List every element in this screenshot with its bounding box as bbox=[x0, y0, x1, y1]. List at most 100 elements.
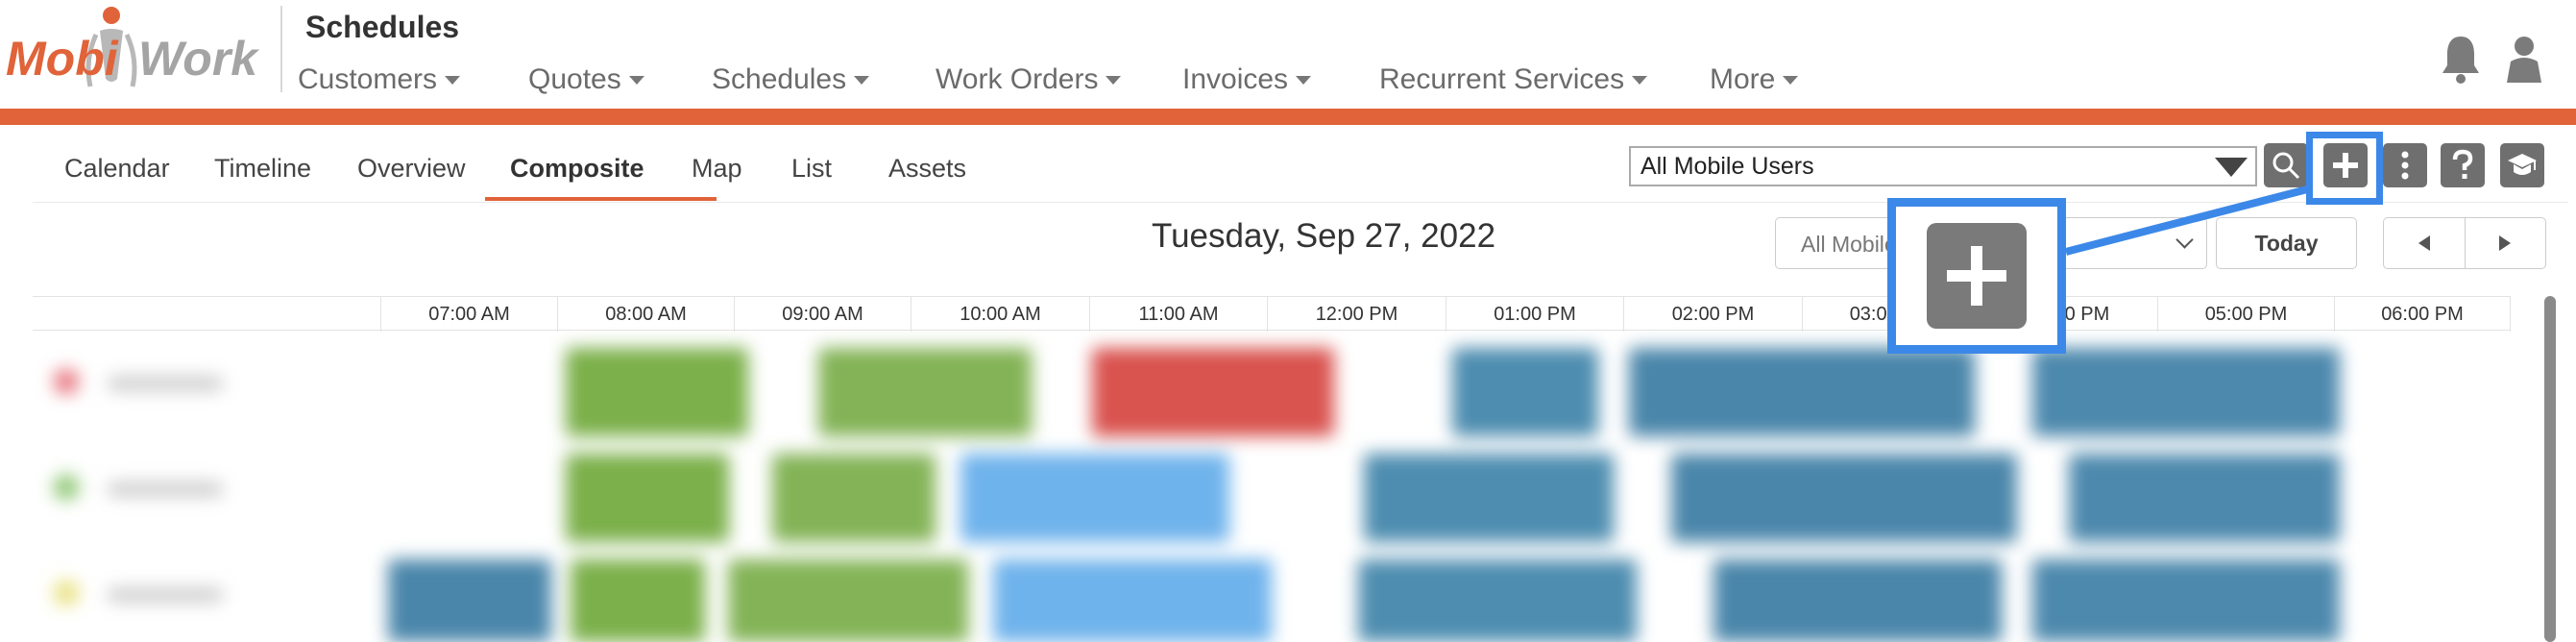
timeline-body bbox=[33, 333, 2511, 642]
previous-day-button[interactable] bbox=[2384, 218, 2465, 268]
nav-label: Work Orders bbox=[936, 63, 1099, 95]
schedule-block[interactable] bbox=[2032, 559, 2340, 642]
hour-label: 11:00 AM bbox=[1089, 297, 1267, 332]
app-header: Mobi Work Schedules Customers Quotes Sch… bbox=[0, 0, 2576, 109]
add-button-highlight bbox=[2306, 132, 2383, 205]
logo-text-left: Mobi bbox=[6, 32, 119, 86]
triangle-right-icon bbox=[2499, 235, 2512, 251]
hour-label: 12:00 PM bbox=[1267, 297, 1446, 332]
nav-schedules[interactable]: Schedules bbox=[712, 60, 936, 100]
user-marker bbox=[54, 369, 79, 394]
tabs-divider bbox=[33, 202, 2568, 203]
schedule-block[interactable] bbox=[2069, 454, 2340, 542]
help-icon bbox=[2452, 149, 2473, 179]
next-day-button[interactable] bbox=[2464, 218, 2546, 268]
date-nav-group bbox=[2383, 217, 2546, 269]
hour-label: 07:00 AM bbox=[380, 297, 557, 332]
caret-down-icon bbox=[2215, 158, 2248, 177]
caret-down-icon bbox=[445, 75, 461, 85]
nav-more[interactable]: More bbox=[1710, 60, 1815, 100]
nav-label: Schedules bbox=[712, 63, 847, 95]
schedule-block[interactable] bbox=[818, 348, 1032, 436]
page-title: Schedules bbox=[305, 10, 460, 44]
schedule-block[interactable] bbox=[1364, 454, 1614, 542]
search-button[interactable] bbox=[2264, 143, 2308, 187]
tab-list[interactable]: List bbox=[791, 144, 888, 200]
mobile-user-select[interactable]: All Mobile Users bbox=[1629, 146, 2257, 186]
training-button[interactable] bbox=[2500, 143, 2544, 187]
mobile-filter-select-value: All Mobile bbox=[1801, 232, 1897, 257]
tab-assets[interactable]: Assets bbox=[888, 144, 975, 200]
schedule-block[interactable] bbox=[2032, 348, 2340, 436]
hour-label: 10:00 AM bbox=[911, 297, 1089, 332]
caret-down-icon bbox=[1632, 75, 1648, 85]
hour-label: 01:00 PM bbox=[1446, 297, 1623, 332]
help-button[interactable] bbox=[2441, 143, 2485, 187]
caret-down-icon bbox=[1106, 75, 1122, 85]
mobiwork-logo[interactable]: Mobi Work bbox=[4, 2, 261, 92]
view-tabs: Calendar Timeline Overview Composite Map… bbox=[64, 144, 975, 201]
nav-label: Customers bbox=[298, 63, 438, 95]
schedule-block[interactable] bbox=[566, 454, 729, 542]
today-button[interactable]: Today bbox=[2216, 217, 2357, 269]
search-icon bbox=[2272, 152, 2300, 180]
nav-label: Recurrent Services bbox=[1379, 63, 1625, 95]
user-marker bbox=[54, 475, 79, 500]
schedule-block[interactable] bbox=[772, 454, 936, 542]
timeline-scrollbar[interactable] bbox=[2544, 296, 2556, 642]
nav-customers[interactable]: Customers bbox=[298, 60, 528, 100]
add-button-zoom-callout bbox=[1887, 198, 2066, 354]
schedule-block[interactable] bbox=[571, 559, 705, 642]
mobile-user-select-value: All Mobile Users bbox=[1640, 153, 1814, 180]
schedule-date-title: Tuesday, Sep 27, 2022 bbox=[1152, 217, 1496, 255]
tab-calendar[interactable]: Calendar bbox=[64, 144, 214, 200]
schedule-block[interactable] bbox=[1713, 559, 2002, 642]
add-button-zoomed bbox=[1927, 223, 2027, 329]
schedule-block[interactable] bbox=[993, 559, 1272, 642]
nav-invoices[interactable]: Invoices bbox=[1182, 60, 1379, 100]
nav-quotes[interactable]: Quotes bbox=[528, 60, 712, 100]
schedule-block[interactable] bbox=[960, 454, 1229, 542]
caret-down-icon bbox=[1296, 75, 1312, 85]
caret-down-icon bbox=[1783, 75, 1799, 85]
hour-label: 05:00 PM bbox=[2157, 297, 2334, 332]
schedule-block[interactable] bbox=[728, 559, 968, 642]
nav-label: More bbox=[1710, 63, 1776, 95]
caret-down-icon bbox=[628, 75, 644, 85]
user-name-placeholder bbox=[108, 588, 223, 602]
schedule-block[interactable] bbox=[566, 348, 748, 436]
graduation-cap-icon bbox=[2508, 154, 2537, 175]
schedule-block[interactable] bbox=[1358, 559, 1637, 642]
nav-recurrent-services[interactable]: Recurrent Services bbox=[1379, 60, 1710, 100]
hour-label: 09:00 AM bbox=[734, 297, 911, 332]
more-vertical-icon bbox=[2401, 151, 2409, 180]
tab-timeline[interactable]: Timeline bbox=[214, 144, 357, 200]
tab-map[interactable]: Map bbox=[692, 144, 791, 200]
bell-icon[interactable] bbox=[2440, 33, 2482, 85]
main-nav: Customers Quotes Schedules Work Orders I… bbox=[298, 60, 1815, 100]
tab-overview[interactable]: Overview bbox=[357, 144, 510, 200]
logo-divider bbox=[280, 6, 282, 92]
nav-work-orders[interactable]: Work Orders bbox=[936, 60, 1182, 100]
schedule-block[interactable] bbox=[1452, 348, 1598, 436]
user-marker bbox=[54, 580, 79, 605]
chevron-down-icon bbox=[2175, 231, 2194, 249]
triangle-left-icon bbox=[2418, 235, 2430, 251]
schedule-block[interactable] bbox=[1671, 454, 2017, 542]
timeline-hour-header: 07:00 AM 08:00 AM 09:00 AM 10:00 AM 11:0… bbox=[33, 296, 2511, 332]
hour-label: 08:00 AM bbox=[557, 297, 734, 332]
schedule-block[interactable] bbox=[1092, 348, 1334, 436]
header-accent-bar bbox=[0, 109, 2576, 125]
schedule-block[interactable] bbox=[1629, 348, 1975, 436]
more-options-button[interactable] bbox=[2383, 143, 2427, 187]
hour-label: 02:00 PM bbox=[1623, 297, 1802, 332]
nav-label: Quotes bbox=[528, 63, 621, 95]
logo-text-right: Work bbox=[138, 32, 259, 86]
tab-composite[interactable]: Composite bbox=[485, 144, 717, 201]
user-name-placeholder bbox=[108, 377, 223, 390]
schedule-block[interactable] bbox=[388, 559, 551, 642]
user-name-placeholder bbox=[108, 482, 223, 496]
user-icon[interactable] bbox=[2503, 33, 2545, 85]
hour-label: 06:00 PM bbox=[2334, 297, 2511, 332]
caret-down-icon bbox=[854, 75, 870, 85]
